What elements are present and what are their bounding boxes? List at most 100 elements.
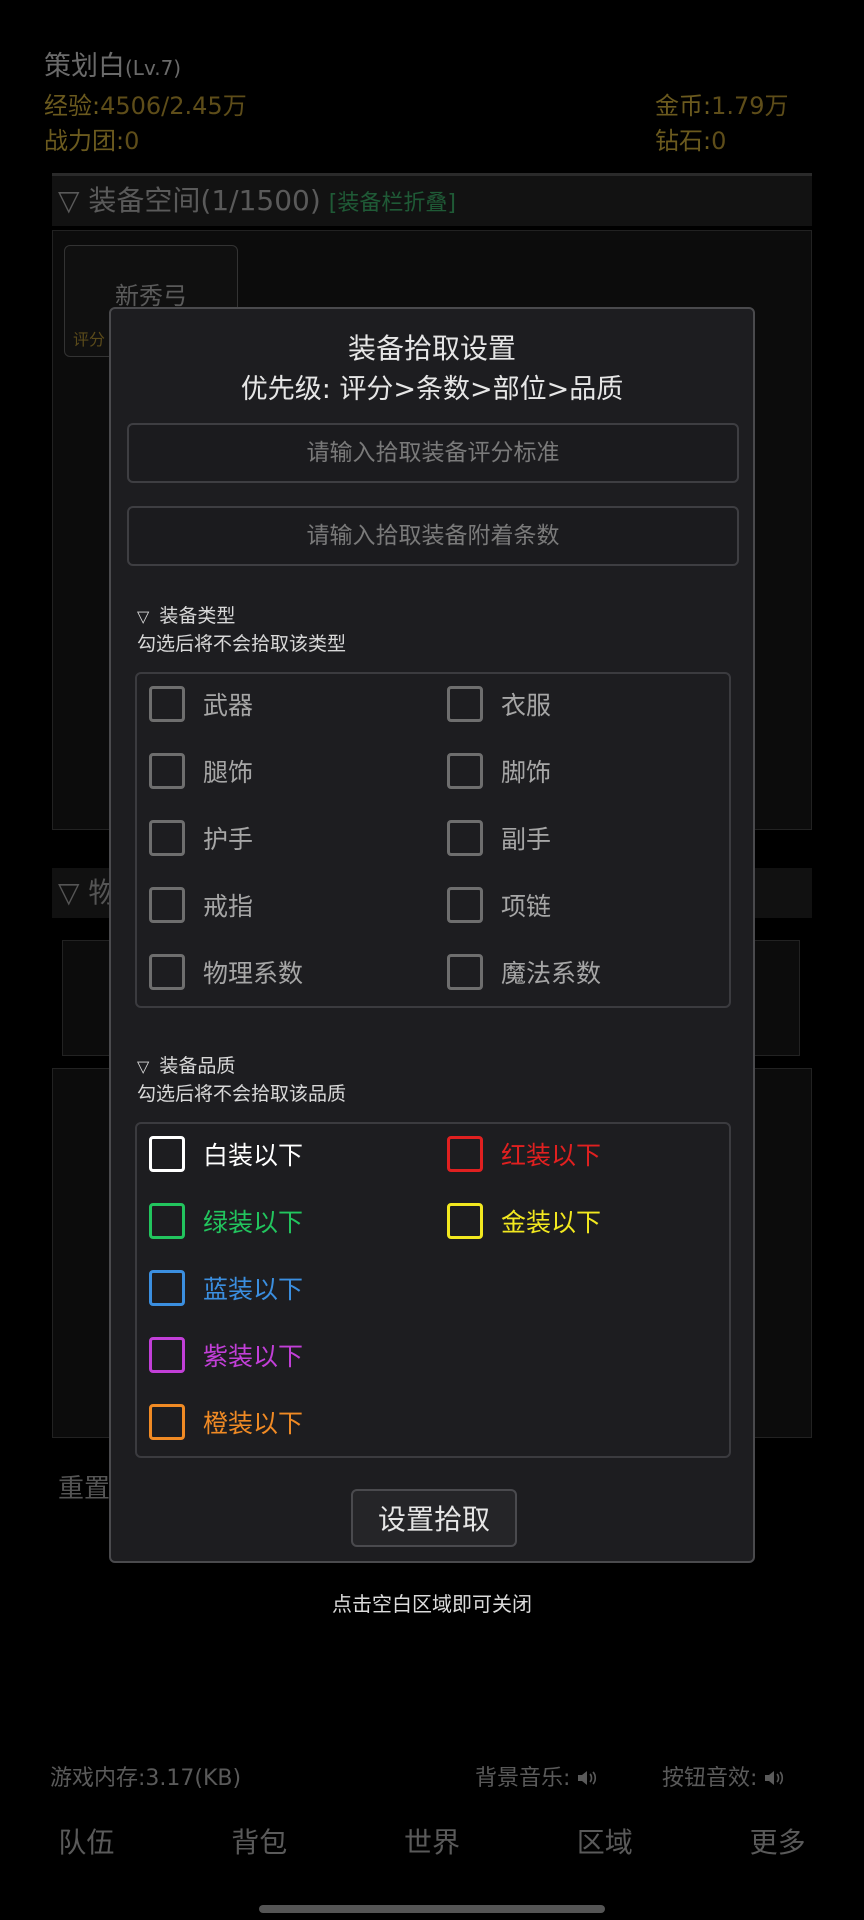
- checkbox[interactable]: [447, 753, 483, 789]
- pickup-settings-dialog: 装备拾取设置 优先级: 评分>条数>部位>品质 ▽ 装备类型 勾选后将不会拾取该类…: [109, 307, 755, 1563]
- option-label: 紫装以下: [203, 1342, 304, 1371]
- option-label: 橙装以下: [203, 1409, 304, 1438]
- checkbox[interactable]: [149, 1404, 185, 1440]
- option-label: 脚饰: [501, 758, 552, 787]
- type-option-necklace[interactable]: 项链: [447, 887, 551, 923]
- type-option-legs[interactable]: 腿饰: [149, 753, 253, 789]
- power-value: 0: [124, 127, 140, 155]
- item-name: 新秀弓: [115, 282, 187, 310]
- score-input[interactable]: [127, 423, 739, 483]
- diamond-stat: 钻石:0: [655, 121, 726, 156]
- dialog-subtitle: 优先级: 评分>条数>部位>品质: [240, 374, 624, 405]
- affix-count-input[interactable]: [127, 506, 739, 566]
- diamond-label: 钻石:: [655, 127, 712, 155]
- section2-title: ▽ 物: [58, 876, 117, 909]
- player-name-text: 策划白: [44, 51, 125, 82]
- quality-option-gold[interactable]: 金装以下: [447, 1203, 601, 1239]
- checkbox[interactable]: [447, 820, 483, 856]
- checkbox[interactable]: [149, 954, 185, 990]
- exp-stat: 经验:4506/2.45万: [44, 86, 247, 121]
- quality-section-header[interactable]: ▽ 装备品质: [137, 1051, 235, 1078]
- type-option-physical[interactable]: 物理系数: [149, 954, 303, 990]
- exp-label: 经验:: [44, 92, 101, 120]
- quality-hint: 勾选后将不会拾取该品质: [137, 1083, 347, 1105]
- option-label: 物理系数: [203, 959, 304, 988]
- type-option-ring[interactable]: 戒指: [149, 887, 253, 923]
- checkbox[interactable]: [447, 1136, 483, 1172]
- option-label: 白装以下: [203, 1141, 304, 1170]
- type-option-magic[interactable]: 魔法系数: [447, 954, 601, 990]
- nav-bag[interactable]: 背包: [173, 1818, 346, 1868]
- equip-fold-toggle[interactable]: [装备栏折叠]: [329, 191, 456, 216]
- type-option-feet[interactable]: 脚饰: [447, 753, 551, 789]
- equip-section-title: ▽ 装备空间(1/1500): [58, 184, 321, 217]
- quality-option-purple[interactable]: 紫装以下: [149, 1337, 303, 1373]
- checkbox[interactable]: [149, 686, 185, 722]
- power-label: 战力团:: [44, 127, 125, 155]
- quality-options-box: 白装以下 红装以下 绿装以下 金装以下 蓝装以下 紫装以下 橙装以下: [135, 1122, 731, 1458]
- nav-region[interactable]: 区域: [518, 1818, 691, 1868]
- option-label: 蓝装以下: [203, 1275, 304, 1304]
- bottom-nav: 队伍 背包 世界 区域 更多: [0, 1818, 864, 1868]
- checkbox[interactable]: [149, 1270, 185, 1306]
- type-options-box: 武器 衣服 腿饰 脚饰 护手 副手 戒指 项链 物理系数 魔法系数: [135, 672, 731, 1008]
- checkbox[interactable]: [149, 820, 185, 856]
- quality-option-green[interactable]: 绿装以下: [149, 1203, 303, 1239]
- type-option-offhand[interactable]: 副手: [447, 820, 551, 856]
- nav-world[interactable]: 世界: [346, 1818, 519, 1868]
- option-label: 护手: [203, 825, 254, 854]
- power-stat: 战力团:0: [44, 121, 139, 156]
- gold-value: 1.79万: [711, 92, 789, 120]
- checkbox[interactable]: [447, 686, 483, 722]
- checkbox[interactable]: [149, 753, 185, 789]
- type-option-weapon[interactable]: 武器: [149, 686, 253, 722]
- checkbox[interactable]: [149, 887, 185, 923]
- type-section-title: 装备类型: [159, 605, 236, 627]
- option-label: 红装以下: [501, 1141, 602, 1170]
- home-indicator[interactable]: [259, 1905, 605, 1913]
- equip-section-header[interactable]: ▽ 装备空间(1/1500) [装备栏折叠]: [52, 176, 812, 226]
- sfx-label: 按钮音效:: [662, 1766, 758, 1791]
- type-option-clothes[interactable]: 衣服: [447, 686, 551, 722]
- player-level: (Lv.7): [125, 56, 182, 80]
- speaker-icon[interactable]: [764, 1769, 784, 1787]
- dialog-title: 装备拾取设置: [347, 332, 516, 365]
- exp-value: 4506/2.45万: [100, 92, 247, 120]
- type-option-gloves[interactable]: 护手: [149, 820, 253, 856]
- confirm-pickup-button[interactable]: 设置拾取: [351, 1489, 517, 1547]
- checkbox[interactable]: [447, 887, 483, 923]
- nav-team[interactable]: 队伍: [0, 1818, 173, 1868]
- checkbox[interactable]: [149, 1136, 185, 1172]
- checkbox[interactable]: [447, 1203, 483, 1239]
- gold-stat: 金币:1.79万: [655, 86, 789, 121]
- sfx-toggle[interactable]: 按钮音效:: [662, 1760, 784, 1792]
- option-label: 腿饰: [203, 758, 254, 787]
- close-hint: 点击空白区域即可关闭: [332, 1592, 532, 1616]
- type-hint: 勾选后将不会拾取该类型: [137, 633, 347, 655]
- reset-button[interactable]: 重置: [58, 1468, 110, 1505]
- quality-option-orange[interactable]: 橙装以下: [149, 1404, 303, 1440]
- checkbox[interactable]: [149, 1203, 185, 1239]
- quality-section-title: 装备品质: [159, 1055, 236, 1077]
- memory-value: 3.17(KB): [145, 1766, 242, 1791]
- option-label: 戒指: [203, 892, 254, 921]
- checkbox[interactable]: [447, 954, 483, 990]
- quality-option-white[interactable]: 白装以下: [149, 1136, 303, 1172]
- option-label: 武器: [203, 691, 254, 720]
- nav-more[interactable]: 更多: [691, 1818, 864, 1868]
- memory-label: 游戏内存:: [50, 1766, 146, 1791]
- option-label: 金装以下: [501, 1208, 602, 1237]
- option-label: 项链: [501, 892, 552, 921]
- memory-stat: 游戏内存:3.17(KB): [50, 1760, 241, 1792]
- option-label: 魔法系数: [501, 959, 602, 988]
- checkbox[interactable]: [149, 1337, 185, 1373]
- option-label: 衣服: [501, 691, 552, 720]
- quality-option-red[interactable]: 红装以下: [447, 1136, 601, 1172]
- speaker-icon[interactable]: [577, 1769, 597, 1787]
- type-section-header[interactable]: ▽ 装备类型: [137, 601, 235, 628]
- triangle-down-icon: ▽: [137, 1057, 150, 1076]
- bgm-toggle[interactable]: 背景音乐:: [475, 1760, 597, 1792]
- bgm-label: 背景音乐:: [475, 1766, 571, 1791]
- quality-option-blue[interactable]: 蓝装以下: [149, 1270, 303, 1306]
- option-label: 绿装以下: [203, 1208, 304, 1237]
